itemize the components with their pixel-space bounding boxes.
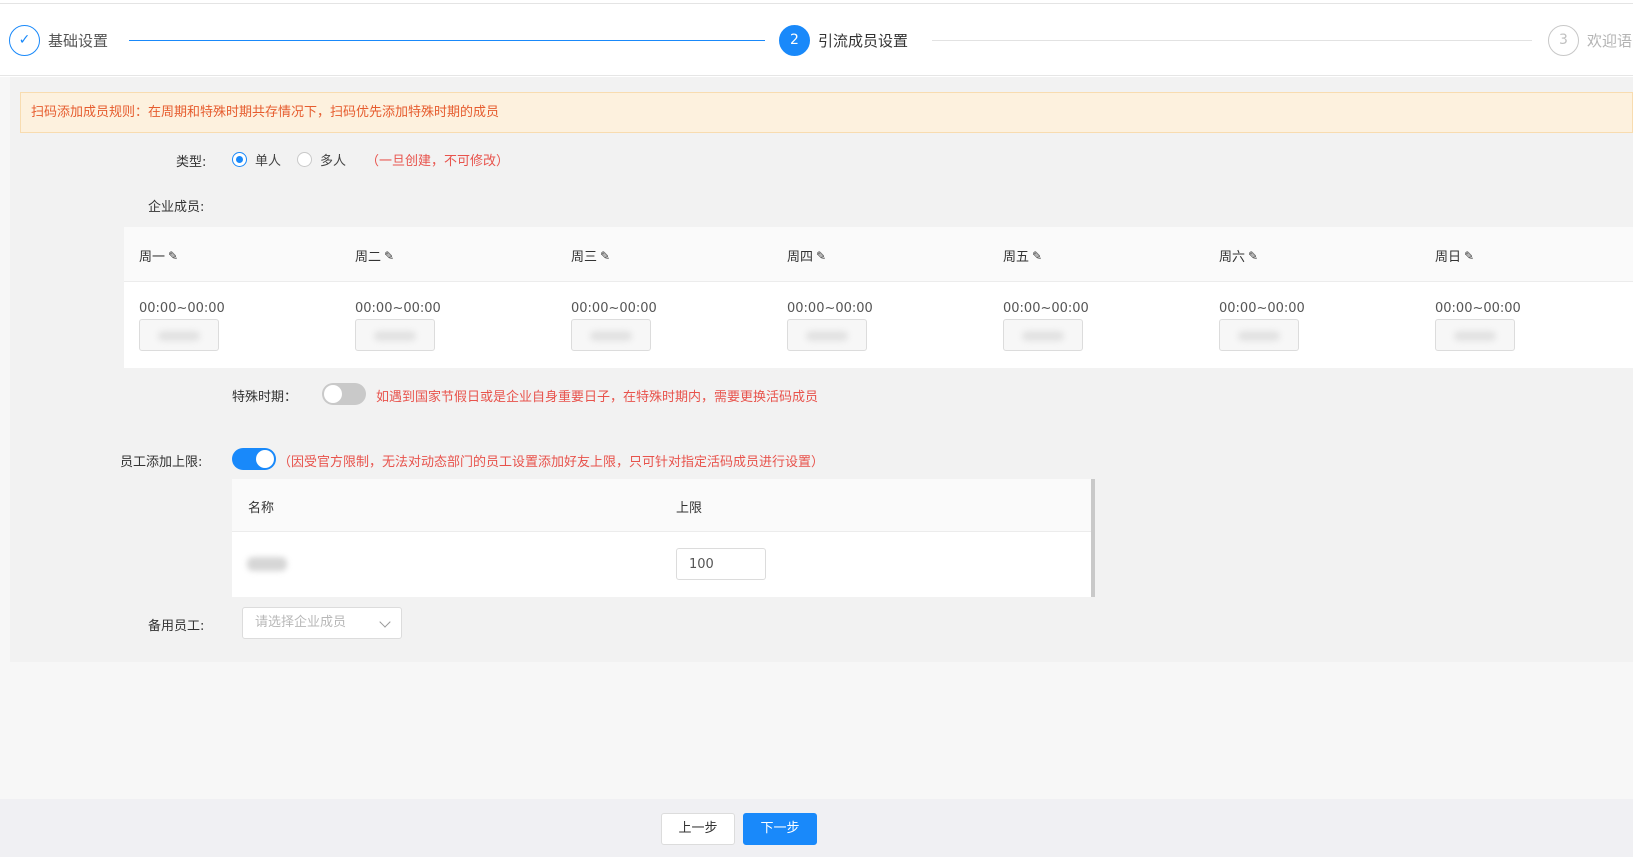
day-column-sat: 周六 ✎ 00:00~00:00 (1204, 227, 1404, 368)
day-title: 周日 ✎ (1435, 246, 1474, 266)
step-basic-settings[interactable]: ✓ 基础设置 (9, 24, 108, 56)
special-period-label: 特殊时期： (232, 390, 298, 405)
radio-unchecked-icon (297, 152, 313, 167)
radio-label: 多人 (320, 154, 347, 169)
chevron-down-icon (379, 616, 391, 628)
steps-bar: ✓ 基础设置 2 引流成员设置 3 欢迎语 (0, 4, 1633, 76)
schedule-table: 周一 ✎ 00:00~00:00 周二 ✎ 00:00~00:00 周三 ✎ 0… (124, 227, 1633, 368)
limit-table-header (232, 479, 1095, 532)
switch-knob (324, 385, 342, 403)
backup-member-select[interactable]: 请选择企业成员 (242, 607, 402, 639)
check-icon: ✓ (9, 24, 40, 56)
limit-input[interactable] (676, 548, 766, 580)
member-chip[interactable] (571, 319, 651, 351)
day-title: 周五 ✎ (1003, 246, 1042, 266)
time-range: 00:00~00:00 (355, 301, 441, 316)
time-range: 00:00~00:00 (1003, 301, 1089, 316)
day-label: 周三 (571, 250, 598, 265)
day-label: 周一 (139, 250, 166, 265)
member-chip[interactable] (1003, 319, 1083, 351)
special-period-switch[interactable] (322, 383, 366, 405)
edit-icon[interactable]: ✎ (168, 249, 178, 263)
scrollbar[interactable] (1091, 479, 1095, 597)
day-column-sun: 周日 ✎ 00:00~00:00 (1420, 227, 1620, 368)
day-column-tue: 周二 ✎ 00:00~00:00 (340, 227, 540, 368)
step-label: 引流成员设置 (818, 31, 909, 50)
radio-multiple[interactable]: 多人 (297, 150, 346, 169)
edit-icon[interactable]: ✎ (1464, 249, 1474, 263)
footer-bar: 上一步 下一步 (0, 799, 1633, 857)
day-label: 周五 (1003, 250, 1030, 265)
limit-table: 名称 上限 (232, 479, 1095, 597)
day-title: 周二 ✎ (355, 246, 394, 266)
day-label: 周日 (1435, 250, 1462, 265)
day-label: 周二 (355, 250, 382, 265)
employee-limit-label: 员工添加上限: (120, 455, 203, 470)
step-connector-pending (932, 40, 1532, 41)
step-label: 欢迎语 (1587, 31, 1633, 50)
day-column-mon: 周一 ✎ 00:00~00:00 (124, 227, 324, 368)
step-number: 3 (1548, 24, 1579, 56)
special-period-hint: 如遇到国家节假日或是企业自身重要日子，在特殊时期内，需要更换活码成员 (376, 390, 819, 405)
switch-knob (256, 450, 274, 468)
day-column-thu: 周四 ✎ 00:00~00:00 (772, 227, 972, 368)
column-header-name: 名称 (248, 501, 275, 516)
step-member-settings[interactable]: 2 引流成员设置 (779, 24, 908, 56)
day-column-fri: 周五 ✎ 00:00~00:00 (988, 227, 1188, 368)
time-range: 00:00~00:00 (787, 301, 873, 316)
time-range: 00:00~00:00 (1219, 301, 1305, 316)
employee-limit-switch[interactable] (232, 448, 276, 470)
radio-label: 单人 (255, 154, 282, 169)
step-number: 2 (779, 24, 810, 56)
day-title: 周一 ✎ (139, 246, 178, 266)
member-chip[interactable] (139, 319, 219, 351)
member-chip[interactable] (1435, 319, 1515, 351)
next-step-button[interactable]: 下一步 (743, 813, 817, 845)
edit-icon[interactable]: ✎ (600, 249, 610, 263)
type-hint: （一旦创建，不可修改） (366, 154, 510, 169)
type-label: 类型: (176, 155, 207, 170)
radio-checked-icon (232, 152, 247, 167)
prev-step-button[interactable]: 上一步 (661, 813, 735, 845)
member-chip[interactable] (1219, 319, 1299, 351)
time-range: 00:00~00:00 (139, 301, 225, 316)
step-connector-done (129, 40, 765, 41)
day-label: 周六 (1219, 250, 1246, 265)
column-header-limit: 上限 (676, 501, 703, 516)
step-welcome[interactable]: 3 欢迎语 (1548, 24, 1632, 56)
type-radio-group: 单人 多人 （一旦创建，不可修改） (232, 150, 509, 169)
radio-single[interactable]: 单人 (232, 150, 281, 169)
edit-icon[interactable]: ✎ (1248, 249, 1258, 263)
day-title: 周三 ✎ (571, 246, 610, 266)
edit-icon[interactable]: ✎ (384, 249, 394, 263)
employee-limit-hint: （因受官方限制，无法对动态部门的员工设置添加好友上限，只可针对指定活码成员进行设… (278, 455, 825, 470)
member-chip[interactable] (355, 319, 435, 351)
members-label: 企业成员: (148, 200, 205, 215)
time-range: 00:00~00:00 (1435, 301, 1521, 316)
day-title: 周四 ✎ (787, 246, 826, 266)
member-name (247, 557, 287, 571)
day-label: 周四 (787, 250, 814, 265)
member-chip[interactable] (787, 319, 867, 351)
rule-notice: 扫码添加成员规则：在周期和特殊时期共存情况下，扫码优先添加特殊时期的成员 (20, 92, 1633, 133)
time-range: 00:00~00:00 (571, 301, 657, 316)
backup-label: 备用员工: (148, 619, 205, 634)
day-title: 周六 ✎ (1219, 246, 1258, 266)
select-placeholder: 请选择企业成员 (255, 615, 347, 630)
edit-icon[interactable]: ✎ (1032, 249, 1042, 263)
edit-icon[interactable]: ✎ (816, 249, 826, 263)
day-column-wed: 周三 ✎ 00:00~00:00 (556, 227, 756, 368)
step-label: 基础设置 (48, 31, 109, 50)
